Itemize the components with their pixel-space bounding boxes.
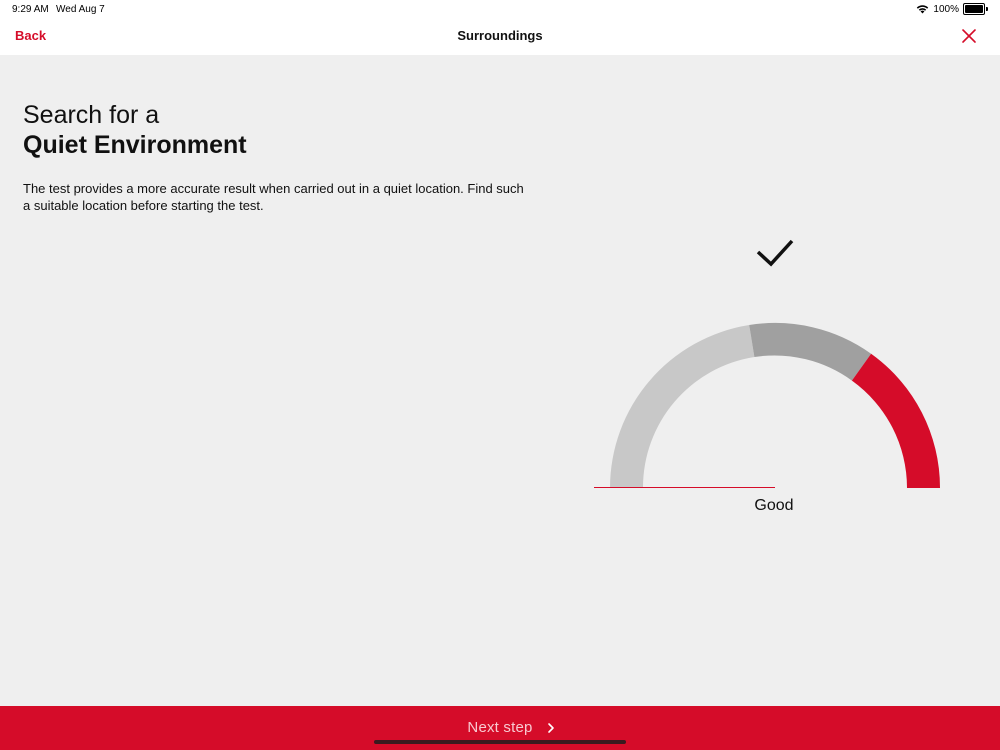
- home-indicator[interactable]: [374, 740, 626, 744]
- next-step-label: Next step: [467, 719, 533, 736]
- battery-tip: [986, 7, 988, 11]
- navigation-bar: Back Surroundings: [0, 18, 1000, 55]
- chevron-right-icon: [548, 723, 554, 733]
- wifi-icon: [917, 5, 929, 14]
- battery-percent: 100%: [933, 3, 959, 15]
- noise-gauge: [594, 239, 941, 488]
- main-content: Search for a Quiet Environment The test …: [23, 100, 543, 214]
- battery-icon: [963, 3, 985, 15]
- gauge-segment-moderate: [749, 322, 872, 381]
- status-time: 9:29 AM: [12, 4, 49, 15]
- status-bar: 9:29 AM Wed Aug 7 100%: [0, 0, 1000, 18]
- close-icon[interactable]: [960, 27, 978, 45]
- heading-line-1: Search for a: [23, 101, 160, 129]
- checkmark-icon: [756, 239, 794, 267]
- description-text: The test provides a more accurate result…: [23, 181, 524, 213]
- gauge-segment-loud: [851, 353, 941, 488]
- gauge-status-label: Good: [754, 497, 794, 514]
- status-indicators: 100%: [916, 3, 988, 15]
- page-title: Surroundings: [457, 28, 543, 43]
- heading-line-2: Quiet Environment: [23, 131, 247, 159]
- status-date: Wed Aug 7: [56, 4, 105, 15]
- gauge-segment-good: [610, 325, 755, 488]
